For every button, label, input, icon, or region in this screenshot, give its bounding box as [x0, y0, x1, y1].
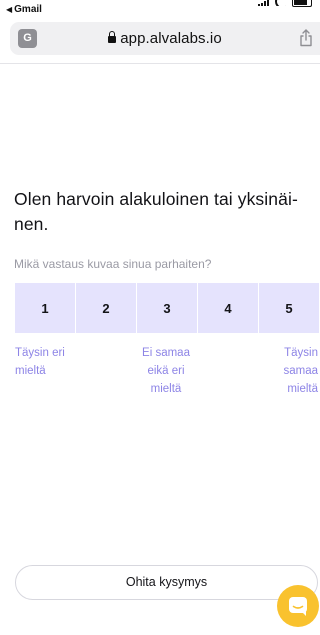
scale-label-line: eikä eri	[147, 365, 185, 377]
back-arrow-icon: ◀	[6, 5, 13, 14]
scale-label-disagree: Täysin eri mieltä	[15, 344, 65, 380]
chat-icon	[289, 597, 307, 616]
question-subtitle: Mikä vastaus kuvaa sinua parhaiten?	[14, 257, 212, 271]
scale-option-4[interactable]: 4	[198, 283, 259, 333]
battery-icon	[292, 0, 312, 7]
scale-option-2[interactable]: 2	[76, 283, 137, 333]
scale-label-line: samaa	[283, 365, 318, 377]
scale-option-5[interactable]: 5	[259, 283, 320, 333]
signal-icon	[258, 0, 269, 6]
wifi-icon	[275, 0, 286, 6]
status-icons	[258, 0, 312, 8]
back-to-app-link[interactable]: ◀ Gmail	[6, 4, 42, 15]
lock-icon	[108, 31, 117, 43]
skip-question-button[interactable]: Ohita kysymys	[15, 565, 318, 600]
scale-label-agree: Täysin samaa mieltä	[283, 344, 318, 398]
share-icon[interactable]	[299, 29, 313, 47]
status-bar: ◀ Gmail	[0, 0, 320, 20]
scale-label-line: Täysin	[284, 347, 318, 359]
scale-label-line: mieltä	[287, 383, 318, 395]
scale-option-3[interactable]: 3	[137, 283, 198, 333]
scale-label-neutral: Ei samaa eikä eri mieltä	[130, 344, 202, 398]
scale-option-1[interactable]: 1	[15, 283, 76, 333]
chat-button[interactable]	[277, 585, 319, 627]
scale-label-line: mieltä	[150, 383, 182, 395]
scale-label-line: mieltä	[15, 365, 46, 377]
url-display[interactable]: app.alvalabs.io	[10, 30, 320, 47]
page: ◀ Gmail G app.alvalabs.io Olen harvoin a…	[0, 0, 320, 635]
scale-label-line: Ei samaa	[142, 347, 190, 359]
toolbar-divider	[0, 63, 320, 64]
address-bar[interactable]: G app.alvalabs.io	[10, 22, 320, 55]
likert-scale: 1 2 3 4 5	[15, 283, 320, 333]
url-text: app.alvalabs.io	[120, 30, 222, 47]
scale-label-line: Täysin eri	[15, 347, 65, 359]
question-title: Olen harvoin alakuloinen tai yksinäi­nen…	[14, 189, 298, 234]
back-app-label: Gmail	[14, 4, 42, 15]
